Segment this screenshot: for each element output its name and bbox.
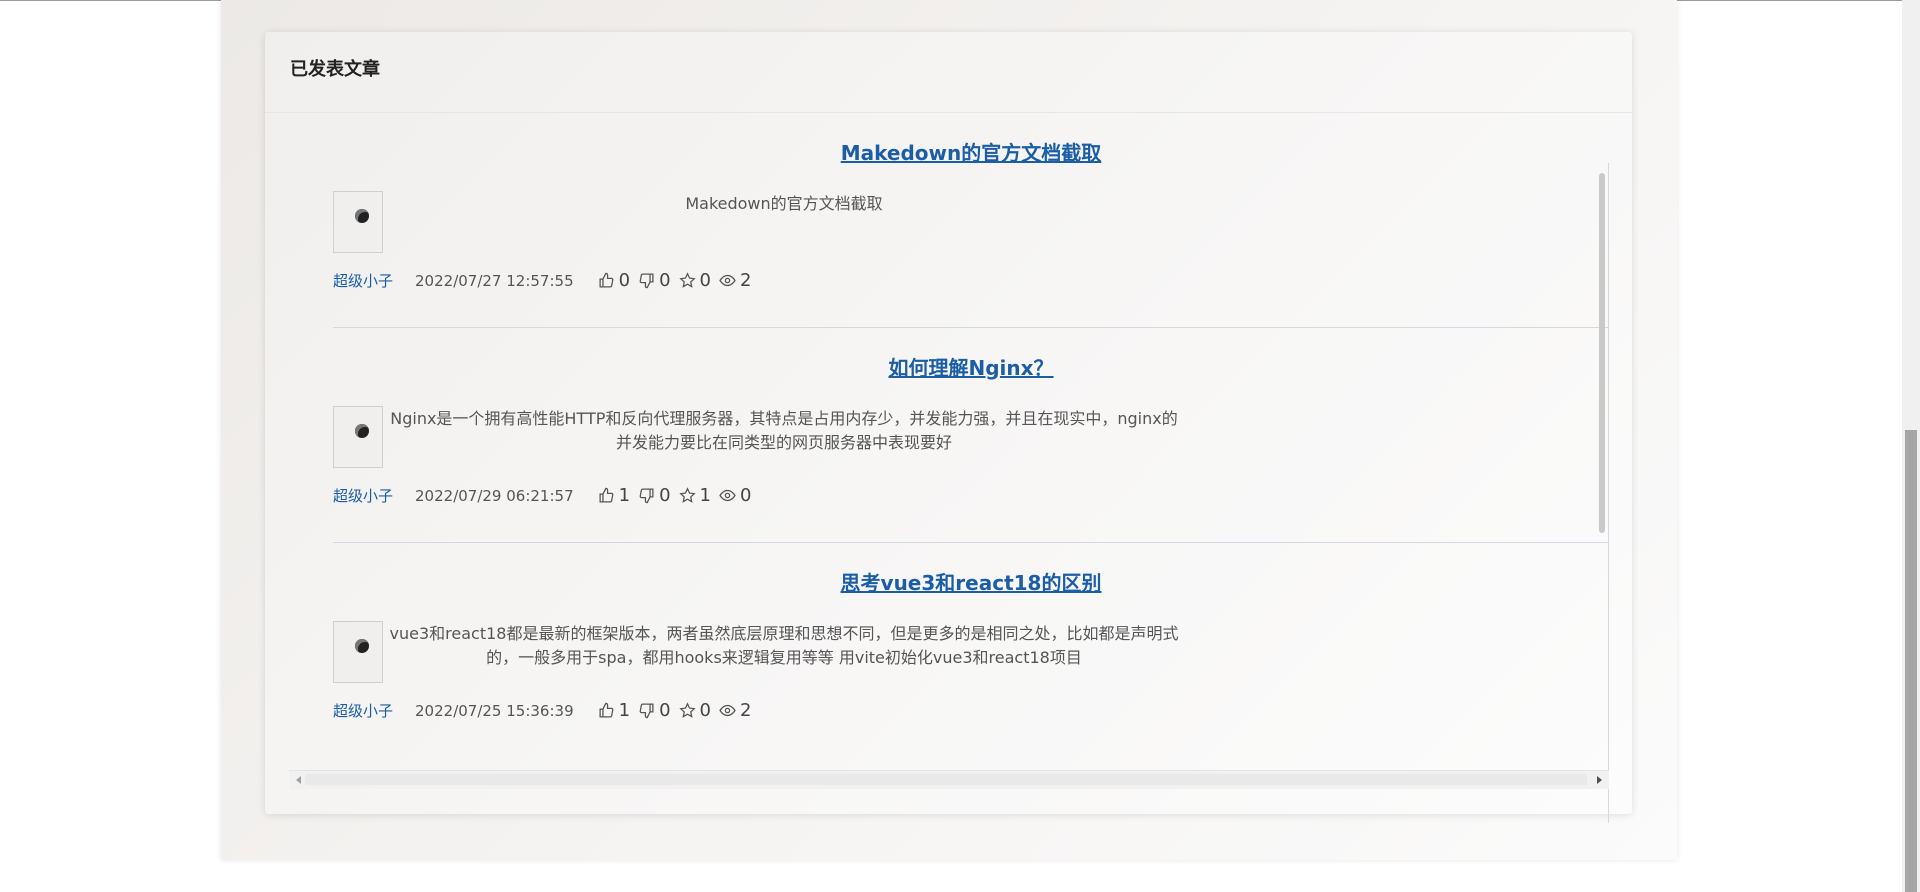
publish-date: 2022/07/25 15:36:39 <box>415 701 574 720</box>
view-stat: 2 <box>719 700 751 721</box>
view-count: 2 <box>739 270 752 291</box>
page-scroll-thumb[interactable] <box>1905 430 1917 892</box>
article-item: Makedown的官方文档截取 Makedown的官方文档截取 超级小子 202… <box>333 113 1609 328</box>
dislike-count: 0 <box>659 270 671 291</box>
author-link[interactable]: 超级小子 <box>333 270 393 291</box>
article-excerpt: Makedown的官方文档截取 <box>685 194 883 213</box>
panel-header: 已发表文章 <box>265 32 1632 113</box>
thumbs-down-icon <box>639 703 654 719</box>
star-stat[interactable]: 0 <box>678 700 711 721</box>
star-icon <box>678 272 696 288</box>
view-stat: 2 <box>719 270 751 291</box>
star-count: 0 <box>699 700 711 721</box>
like-stat[interactable]: 1 <box>598 485 630 506</box>
star-stat[interactable]: 1 <box>678 485 711 506</box>
view-count: 2 <box>739 700 752 721</box>
view-count: 0 <box>739 485 752 506</box>
dislike-stat[interactable]: 0 <box>638 485 671 506</box>
like-count: 0 <box>618 270 631 291</box>
list-horizontal-scrollbar[interactable] <box>289 770 1609 789</box>
article-thumbnail[interactable] <box>333 621 383 683</box>
dislike-stat[interactable]: 0 <box>638 700 671 721</box>
scroll-left-arrow-icon[interactable] <box>296 776 301 784</box>
dislike-count: 0 <box>659 700 671 721</box>
eye-icon <box>719 704 736 717</box>
author-link[interactable]: 超级小子 <box>333 485 393 506</box>
thumbs-up-icon <box>599 272 613 288</box>
star-icon <box>678 702 696 718</box>
star-icon <box>678 487 696 503</box>
article-thumbnail[interactable] <box>333 406 383 468</box>
article-title-link[interactable]: 思考vue3和react18的区别 <box>333 567 1609 596</box>
article-meta: 超级小子 2022/07/27 12:57:55 0 0 0 2 <box>333 270 759 291</box>
article-excerpt: vue3和react18都是最新的框架版本，两者虽然底层原理和思想不同，但是更多… <box>389 624 1179 667</box>
article-item: 思考vue3和react18的区别 vue3和react18都是最新的框架版本，… <box>333 543 1609 757</box>
article-thumbnail[interactable] <box>333 191 383 253</box>
like-count: 1 <box>618 485 631 506</box>
horizontal-scroll-thumb[interactable] <box>305 774 1587 785</box>
like-stat[interactable]: 0 <box>598 270 630 291</box>
author-link[interactable]: 超级小子 <box>333 700 393 721</box>
list-scroll-track <box>1608 163 1609 823</box>
eye-icon <box>719 489 736 502</box>
eye-icon <box>719 274 736 287</box>
published-articles-panel: 已发表文章 Makedown的官方文档截取 Makedown的官方文档截取 超级… <box>265 32 1632 823</box>
page-vertical-scrollbar[interactable] <box>1902 0 1920 892</box>
thumbs-up-icon <box>599 702 613 718</box>
thumbs-down-icon <box>639 488 654 504</box>
dislike-stat[interactable]: 0 <box>638 270 671 291</box>
article-item: 如何理解Nginx？ Nginx是一个拥有高性能HTTP和反向代理服务器，其特点… <box>333 328 1609 543</box>
article-list[interactable]: Makedown的官方文档截取 Makedown的官方文档截取 超级小子 202… <box>265 113 1632 814</box>
article-title-link[interactable]: Makedown的官方文档截取 <box>333 137 1609 166</box>
scroll-right-arrow-icon[interactable] <box>1597 776 1602 784</box>
star-count: 0 <box>699 270 711 291</box>
star-count: 1 <box>699 485 711 506</box>
article-excerpt: Nginx是一个拥有高性能HTTP和反向代理服务器，其特点是占用内存少，并发能力… <box>390 409 1178 452</box>
view-stat: 0 <box>719 485 751 506</box>
dislike-count: 0 <box>659 485 671 506</box>
article-title-link[interactable]: 如何理解Nginx？ <box>333 352 1609 381</box>
article-meta: 超级小子 2022/07/29 06:21:57 1 0 1 0 <box>333 485 759 506</box>
list-vertical-scrollbar[interactable] <box>1599 173 1605 533</box>
like-stat[interactable]: 1 <box>598 700 630 721</box>
thumbs-down-icon <box>639 273 654 289</box>
thumbs-up-icon <box>599 487 613 503</box>
like-count: 1 <box>618 700 631 721</box>
star-stat[interactable]: 0 <box>678 270 711 291</box>
publish-date: 2022/07/27 12:57:55 <box>415 271 574 290</box>
panel-title: 已发表文章 <box>290 59 380 80</box>
publish-date: 2022/07/29 06:21:57 <box>415 486 574 505</box>
article-meta: 超级小子 2022/07/25 15:36:39 1 0 0 2 <box>333 700 759 721</box>
